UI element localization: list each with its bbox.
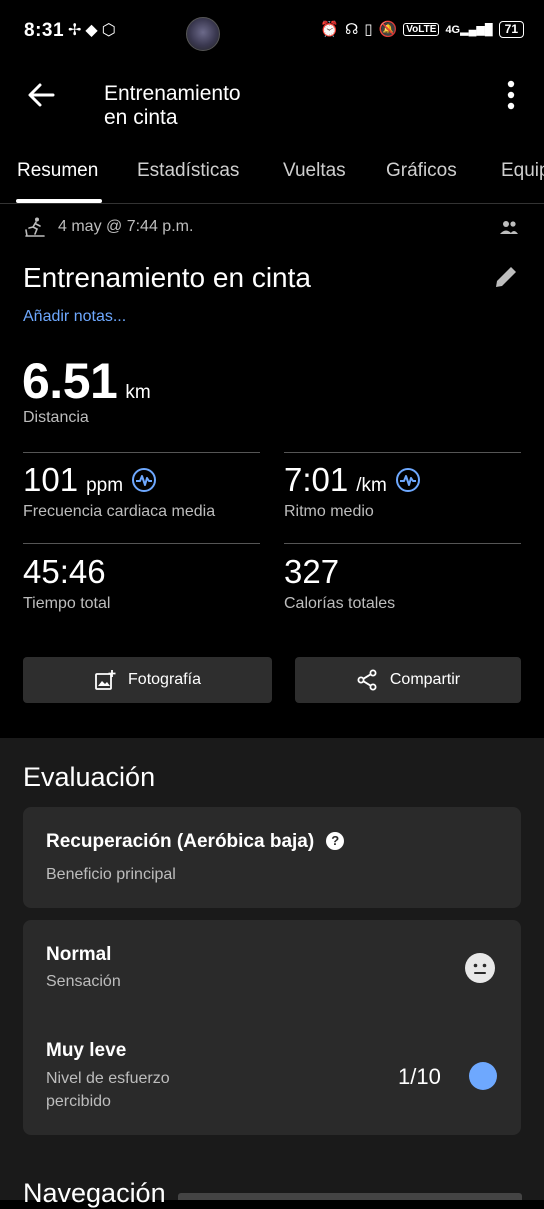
signal-icon: 4G▂▄▆█ <box>445 23 493 36</box>
badge-icon: ◆ <box>85 22 102 39</box>
metric-calories: 327 Calorías totales <box>284 553 395 613</box>
share-button[interactable]: Compartir <box>295 657 521 703</box>
benefit-card[interactable]: Recuperación (Aeróbica baja)? Beneficio … <box>23 807 521 908</box>
benefit-heading: Recuperación (Aeróbica baja)? <box>46 831 345 853</box>
feel-heading: Normal <box>46 944 112 965</box>
metric-heart-rate: 101 ppm Frecuencia cardiaca media <box>23 461 215 521</box>
navigation-card-peek <box>178 1193 522 1200</box>
total-time-value: 45:46 <box>23 553 106 590</box>
effort-subtitle-1: Nivel de esfuerzo <box>46 1070 170 1087</box>
help-icon[interactable]: ? <box>326 831 345 850</box>
feel-subtitle: Sensación <box>46 973 121 990</box>
tab-bar: Resumen Estadísticas Vueltas Gráficos Eq… <box>0 152 544 200</box>
treadmill-icon <box>25 217 45 237</box>
calories-label: Calorías totales <box>284 595 396 612</box>
tab-equipo[interactable]: Equip <box>501 160 544 182</box>
photo-button[interactable]: Fotografía <box>23 657 272 703</box>
tab-graficos[interactable]: Gráficos <box>386 160 457 182</box>
distance-value: 6.51 km <box>22 352 151 410</box>
page-title: Entrenamiento en cinta <box>104 82 241 129</box>
pulse-icon[interactable] <box>131 467 157 493</box>
share-icon <box>357 669 377 691</box>
status-bar: 8:31 ✢◆⬡ ⏰ ☊ ▯ 🔕 VoLTE 4G▂▄▆█ 71 <box>0 0 544 64</box>
share-button-label: Compartir <box>389 671 461 688</box>
tab-estadisticas[interactable]: Estadísticas <box>137 160 239 182</box>
vibrate-icon: ▯ <box>364 21 373 38</box>
heart-rate-label: Frecuencia cardiaca media <box>23 503 216 520</box>
feel-effort-card: Normal Sensación Muy leve Nivel de esfue… <box>23 920 521 1135</box>
distance-label: Distancia <box>23 409 89 426</box>
heart-rate-unit: ppm <box>86 475 124 496</box>
effort-indicator-dot[interactable] <box>469 1062 497 1090</box>
pulse-icon[interactable] <box>395 467 421 493</box>
divider <box>284 543 521 544</box>
tab-indicator <box>16 199 102 203</box>
navigation-section-title: Navegación <box>23 1178 166 1208</box>
battery-icon: 71 <box>498 20 524 38</box>
tab-resumen[interactable]: Resumen <box>17 160 98 182</box>
neutral-face-icon[interactable] <box>465 953 495 983</box>
effort-value: 1/10 <box>398 1064 441 1089</box>
edit-pencil-icon[interactable] <box>492 263 520 291</box>
people-icon[interactable] <box>498 219 520 237</box>
effort-subtitle-2: percibido <box>46 1093 111 1110</box>
total-time-label: Tiempo total <box>23 595 111 612</box>
add-photo-icon <box>95 670 116 690</box>
evaluation-title: Evaluación <box>23 762 156 792</box>
headphones-icon: ☊ <box>344 21 359 38</box>
pace-value: 7:01 <box>284 461 349 498</box>
divider <box>23 452 260 453</box>
effort-heading: Muy leve <box>46 1040 127 1061</box>
calories-value: 327 <box>284 553 340 590</box>
pace-label: Ritmo medio <box>284 503 374 520</box>
pace-unit: /km <box>356 475 387 496</box>
add-notes-link[interactable]: Añadir notas... <box>23 308 126 326</box>
shield-icon: ⬡ <box>101 22 120 39</box>
metric-total-time: 45:46 Tiempo total <box>23 553 110 613</box>
distance-number: 6.51 <box>22 353 118 409</box>
activity-date-row: 4 may @ 7:44 p.m. <box>24 216 193 238</box>
status-left-icons: ✢◆⬡ <box>68 20 120 40</box>
alarm-icon: ⏰ <box>320 21 339 38</box>
distance-unit: km <box>125 382 151 403</box>
avatar <box>186 17 220 51</box>
benefit-subtitle: Beneficio principal <box>46 866 176 883</box>
metric-pace: 7:01 /km Ritmo medio <box>284 461 421 521</box>
tabs-divider <box>0 203 544 204</box>
divider <box>23 543 260 544</box>
divider <box>284 452 521 453</box>
tab-vueltas[interactable]: Vueltas <box>283 160 346 182</box>
activity-datetime: 4 may @ 7:44 p.m. <box>58 218 194 235</box>
status-right-icons: ⏰ ☊ ▯ 🔕 VoLTE 4G▂▄▆█ 71 <box>320 20 524 38</box>
mute-icon: 🔕 <box>378 21 398 38</box>
volte-badge: VoLTE <box>403 22 440 36</box>
back-arrow-icon[interactable] <box>26 80 56 110</box>
photo-button-label: Fotografía <box>128 671 201 688</box>
fan-icon: ✢ <box>68 22 86 39</box>
status-time: 8:31 <box>24 20 65 41</box>
activity-title: Entrenamiento en cinta <box>23 262 311 293</box>
heart-rate-value: 101 <box>23 461 79 498</box>
more-options-icon[interactable] <box>500 78 522 112</box>
